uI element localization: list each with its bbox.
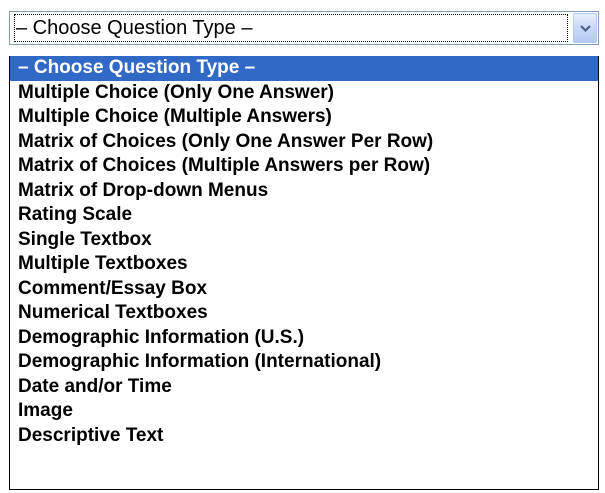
option-date-time[interactable]: Date and/or Time (10, 375, 598, 400)
option-rating-scale[interactable]: Rating Scale (10, 203, 598, 228)
dropdown-toggle-button[interactable] (573, 13, 597, 43)
option-single-textbox[interactable]: Single Textbox (10, 228, 598, 253)
option-multiple-choice-multiple[interactable]: Multiple Choice (Multiple Answers) (10, 105, 598, 130)
question-type-select[interactable]: – Choose Question Type – (9, 11, 599, 45)
option-descriptive-text[interactable]: Descriptive Text (10, 424, 598, 449)
option-matrix-multiple-per-row[interactable]: Matrix of Choices (Multiple Answers per … (10, 154, 598, 179)
option-image[interactable]: Image (10, 399, 598, 424)
option-matrix-dropdown-menus[interactable]: Matrix of Drop-down Menus (10, 179, 598, 204)
option-multiple-choice-one[interactable]: Multiple Choice (Only One Answer) (10, 81, 598, 106)
select-current-value: – Choose Question Type – (14, 14, 568, 42)
option-choose-question-type[interactable]: – Choose Question Type – (10, 56, 598, 81)
option-numerical-textboxes[interactable]: Numerical Textboxes (10, 301, 598, 326)
option-comment-essay-box[interactable]: Comment/Essay Box (10, 277, 598, 302)
chevron-down-icon (580, 25, 591, 33)
option-matrix-one-per-row[interactable]: Matrix of Choices (Only One Answer Per R… (10, 130, 598, 155)
option-multiple-textboxes[interactable]: Multiple Textboxes (10, 252, 598, 277)
option-demographic-international[interactable]: Demographic Information (International) (10, 350, 598, 375)
option-demographic-us[interactable]: Demographic Information (U.S.) (10, 326, 598, 351)
question-type-dropdown: – Choose Question Type – – Choose Questi… (0, 0, 605, 493)
dropdown-options-list: – Choose Question Type – Multiple Choice… (9, 56, 599, 490)
